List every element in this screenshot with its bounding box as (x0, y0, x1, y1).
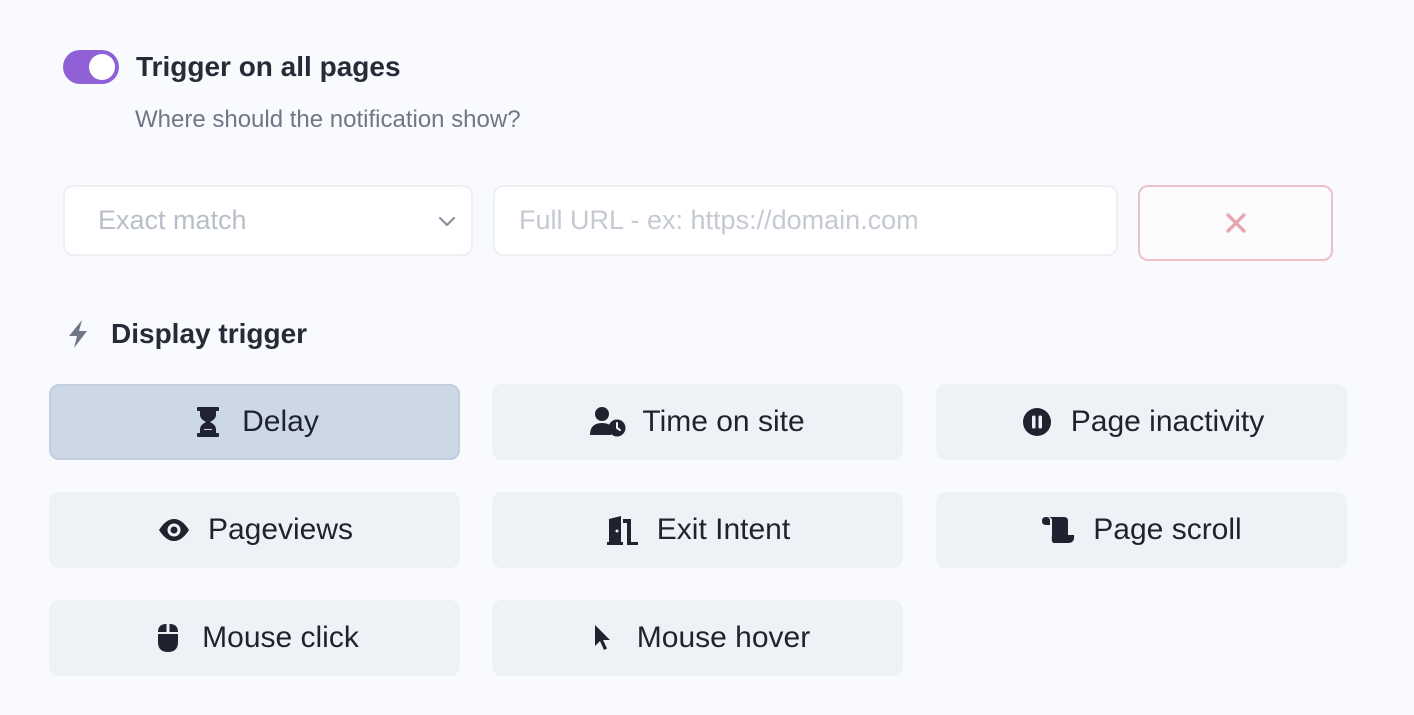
remove-url-button[interactable] (1138, 185, 1333, 261)
trigger-option-label: Delay (242, 405, 319, 438)
trigger-option-mouse-hover[interactable]: Mouse hover (492, 600, 903, 676)
url-input[interactable] (493, 185, 1118, 256)
trigger-option-page-inactivity[interactable]: Page inactivity (936, 384, 1347, 460)
trigger-option-time-on-site[interactable]: Time on site (492, 384, 903, 460)
trigger-all-pages-row: Trigger on all pages (63, 50, 401, 84)
bolt-icon (69, 320, 87, 348)
user-clock-icon (590, 406, 626, 438)
trigger-option-label: Time on site (642, 405, 805, 438)
trigger-option-label: Mouse hover (636, 621, 811, 654)
chevron-down-icon (438, 216, 456, 227)
eye-icon (156, 514, 192, 546)
trigger-option-exit-intent[interactable]: Exit Intent (492, 492, 903, 568)
trigger-option-label: Page inactivity (1070, 405, 1265, 438)
door-open-icon (605, 514, 641, 546)
display-trigger-title: Display trigger (111, 318, 308, 349)
close-icon (1225, 213, 1246, 233)
pointer-icon (585, 622, 621, 654)
toggle-knob (89, 54, 115, 80)
display-trigger-heading: Display trigger (66, 318, 307, 350)
mouse-icon (150, 622, 186, 654)
trigger-option-label: Page scroll (1093, 513, 1242, 546)
match-type-value: Exact match (98, 205, 247, 235)
trigger-option-pageviews[interactable]: Pageviews (49, 492, 460, 568)
scroll-icon (1041, 514, 1077, 546)
trigger-option-mouse-click[interactable]: Mouse click (49, 600, 460, 676)
trigger-option-label: Exit Intent (656, 513, 791, 546)
trigger-option-label: Mouse click (202, 621, 359, 654)
hourglass-icon (190, 406, 226, 438)
pause-circle-icon (1019, 406, 1055, 438)
notification-trigger-settings: Trigger on all pages Where should the no… (0, 0, 1414, 715)
trigger-option-page-scroll[interactable]: Page scroll (936, 492, 1347, 568)
match-type-select[interactable]: Exact match (63, 185, 473, 256)
trigger-option-label: Pageviews (207, 513, 354, 546)
trigger-option-delay[interactable]: Delay (49, 384, 460, 460)
trigger-all-pages-label: Trigger on all pages (136, 51, 401, 82)
targeting-hint: Where should the notification show? (135, 106, 521, 133)
trigger-all-pages-toggle[interactable] (63, 50, 119, 84)
